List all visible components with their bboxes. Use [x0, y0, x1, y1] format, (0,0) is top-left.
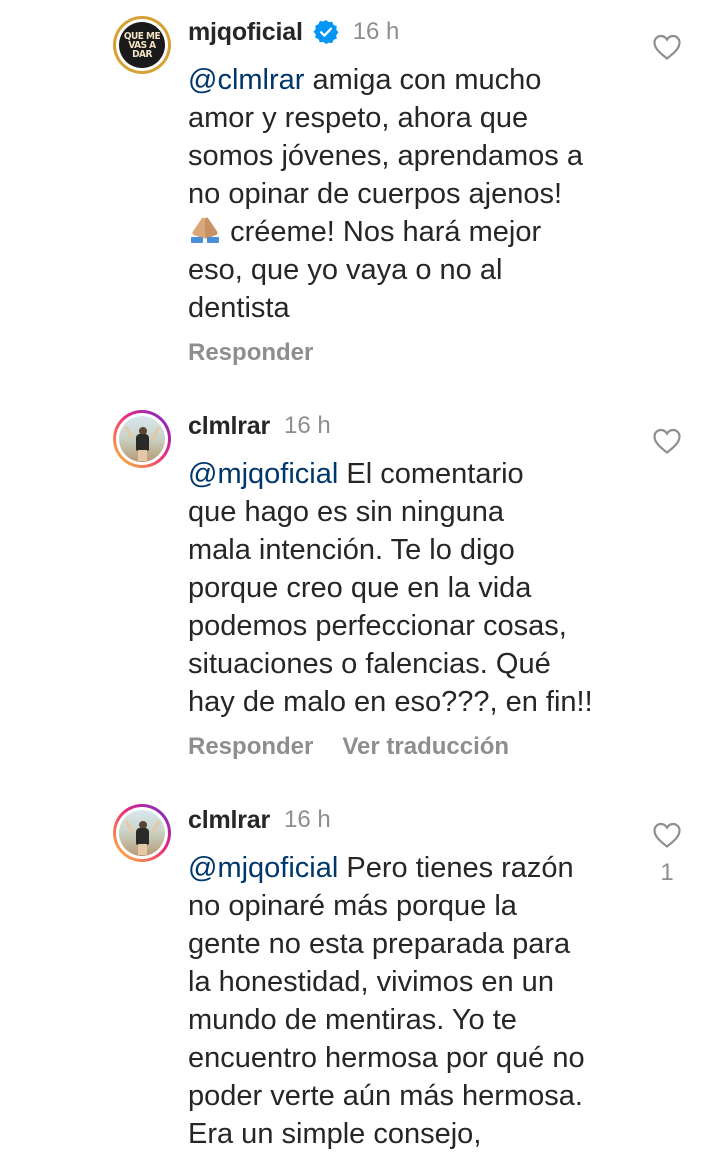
comment-header: clmlrar 16 h — [188, 409, 331, 443]
folded-hands-emoji-icon — [191, 217, 219, 243]
mention-link[interactable]: @mjqoficial — [188, 458, 338, 490]
comment-header: clmlrar 16 h — [188, 803, 331, 837]
avatar-logo-text: QUE ME VAS A DAR — [123, 30, 161, 60]
verified-badge-icon — [313, 19, 339, 45]
timestamp: 16 h — [352, 18, 400, 45]
comment-header: mjqoficial 16 h — [188, 15, 399, 49]
see-translation-button[interactable]: Ver traducción — [342, 733, 509, 761]
reply-button[interactable]: Responder — [188, 733, 313, 761]
heart-icon[interactable] — [652, 427, 682, 455]
comment-text: @mjqoficial Pero tienes razón no opinaré… — [188, 852, 585, 1150]
comment-text: @clmlrar amiga con mucho amor y respeto,… — [188, 64, 583, 324]
username[interactable]: clmlrar — [188, 806, 270, 835]
avatar[interactable] — [113, 804, 171, 862]
timestamp: 16 h — [284, 412, 331, 439]
heart-icon[interactable] — [652, 821, 682, 849]
username[interactable]: mjqoficial — [188, 18, 303, 47]
comment-actions: Responder Ver traducción — [188, 733, 509, 761]
like-count: 1 — [660, 859, 674, 886]
avatar[interactable] — [113, 410, 171, 468]
username[interactable]: clmlrar — [188, 412, 270, 441]
avatar[interactable]: QUE ME VAS A DAR — [113, 16, 171, 74]
timestamp: 16 h — [284, 806, 331, 833]
heart-icon[interactable] — [652, 33, 682, 61]
mention-link[interactable]: @mjqoficial — [188, 852, 338, 884]
reply-button[interactable]: Responder — [188, 339, 313, 367]
comment-text: @mjqoficial El comentario que hago es si… — [188, 458, 593, 718]
mention-link[interactable]: @clmlrar — [188, 64, 304, 96]
comment-actions: Responder — [188, 339, 313, 367]
